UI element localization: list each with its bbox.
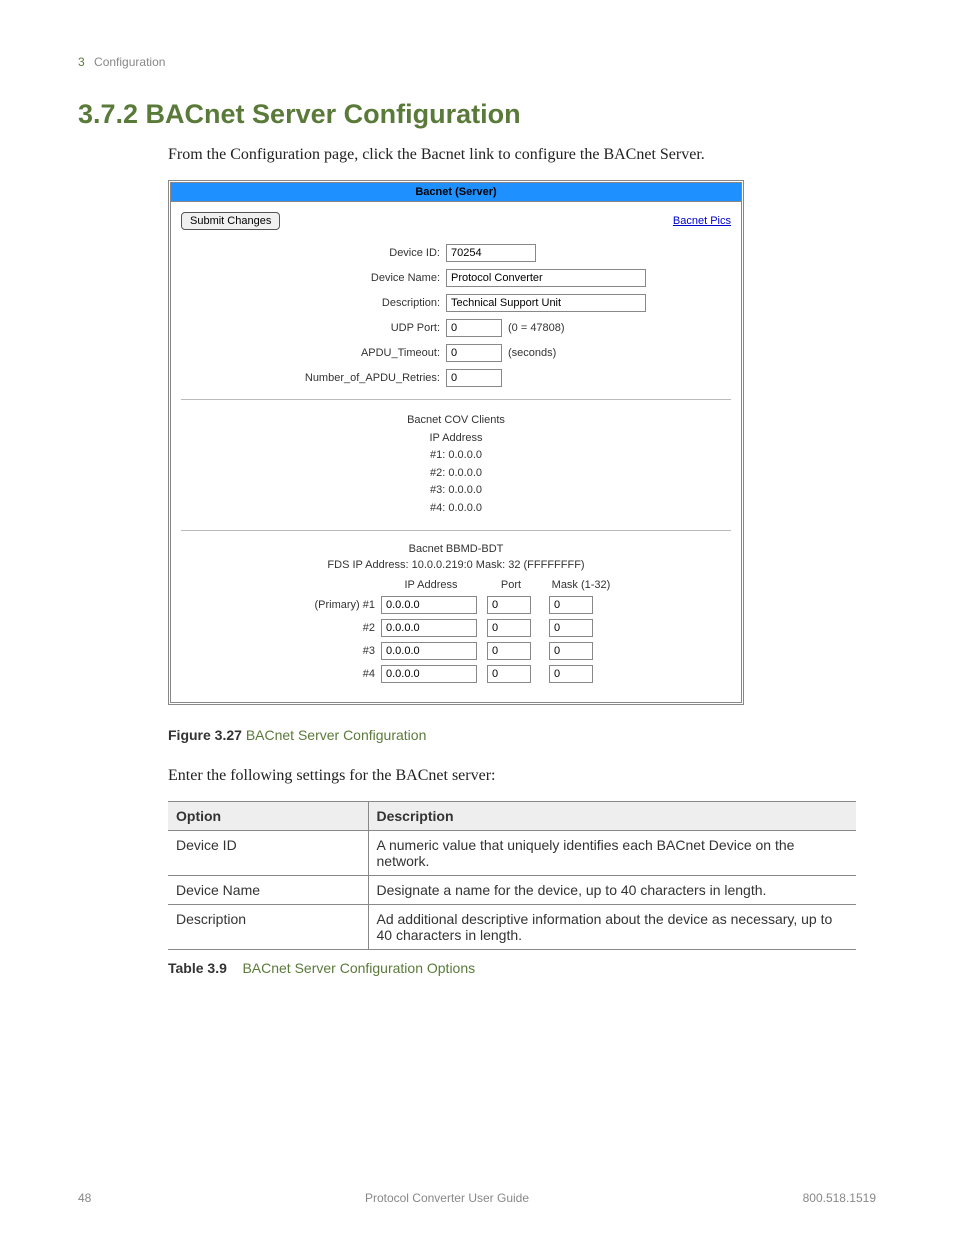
description-input[interactable] [446, 294, 646, 312]
table-number: Table 3.9 [168, 960, 227, 976]
page-footer: 48 Protocol Converter User Guide 800.518… [78, 1191, 876, 1205]
bbmd-port-input[interactable] [487, 665, 531, 683]
device-id-input[interactable] [446, 244, 536, 262]
options-header-description: Description [368, 801, 856, 830]
submit-changes-button[interactable]: Submit Changes [181, 212, 280, 230]
cov-row: #2: 0.0.0.0 [181, 465, 731, 483]
section-title: 3.7.2 BACnet Server Configuration [78, 99, 876, 130]
bbmd-fds: FDS IP Address: 10.0.0.219:0 Mask: 32 (F… [181, 559, 731, 571]
cov-block: Bacnet COV Clients IP Address #1: 0.0.0.… [181, 412, 731, 518]
bbmd-ip-input[interactable] [381, 665, 477, 683]
device-name-label: Device Name: [181, 272, 446, 284]
bbmd-mask-input[interactable] [549, 642, 593, 660]
table-text: BACnet Server Configuration Options [242, 960, 475, 976]
device-name-input[interactable] [446, 269, 646, 287]
cov-row: #1: 0.0.0.0 [181, 447, 731, 465]
udp-port-suffix: (0 = 47808) [508, 322, 565, 334]
apdu-timeout-input[interactable] [446, 344, 502, 362]
bbmd-row-label: #4 [181, 668, 381, 680]
table-caption: Table 3.9 BACnet Server Configuration Op… [168, 960, 876, 976]
option-cell: Device ID [168, 830, 368, 875]
description-cell: Ad additional descriptive information ab… [368, 904, 856, 949]
option-cell: Description [168, 904, 368, 949]
description-label: Description: [181, 297, 446, 309]
cov-row: #3: 0.0.0.0 [181, 482, 731, 500]
cov-subtitle: IP Address [181, 430, 731, 448]
bbmd-row-label: #2 [181, 622, 381, 634]
figure-number: Figure 3.27 [168, 727, 242, 743]
footer-right: 800.518.1519 [803, 1191, 876, 1205]
bacnet-pics-link[interactable]: Bacnet Pics [673, 215, 731, 227]
cov-title: Bacnet COV Clients [181, 412, 731, 430]
option-cell: Device Name [168, 875, 368, 904]
apdu-retries-input[interactable] [446, 369, 502, 387]
panel-title: Bacnet (Server) [171, 183, 741, 202]
bbmd-port-input[interactable] [487, 596, 531, 614]
bbmd-port-input[interactable] [487, 619, 531, 637]
bbmd-row-label: (Primary) #1 [181, 599, 381, 611]
udp-port-label: UDP Port: [181, 322, 446, 334]
apdu-retries-label: Number_of_APDU_Retries: [181, 372, 446, 384]
apdu-timeout-suffix: (seconds) [508, 347, 556, 359]
bbmd-row-label: #3 [181, 645, 381, 657]
device-id-label: Device ID: [181, 247, 446, 259]
footer-center: Protocol Converter User Guide [365, 1191, 529, 1205]
description-cell: A numeric value that uniquely identifies… [368, 830, 856, 875]
cov-row: #4: 0.0.0.0 [181, 500, 731, 518]
bbmd-title: Bacnet BBMD-BDT [181, 543, 731, 555]
options-header-option: Option [168, 801, 368, 830]
table-row: Device Name Designate a name for the dev… [168, 875, 856, 904]
bbmd-ip-input[interactable] [381, 619, 477, 637]
bbmd-header-mask: Mask (1-32) [541, 579, 621, 591]
settings-lead: Enter the following settings for the BAC… [168, 767, 876, 785]
running-header: 3 Configuration [78, 55, 876, 69]
bacnet-panel: Bacnet (Server) Submit Changes Bacnet Pi… [168, 180, 744, 705]
description-cell: Designate a name for the device, up to 4… [368, 875, 856, 904]
bbmd-header-ip: IP Address [381, 579, 481, 591]
bbmd-mask-input[interactable] [549, 619, 593, 637]
bbmd-port-input[interactable] [487, 642, 531, 660]
apdu-timeout-label: APDU_Timeout: [181, 347, 446, 359]
intro-text: From the Configuration page, click the B… [168, 146, 876, 164]
bbmd-header-port: Port [481, 579, 541, 591]
bbmd-ip-input[interactable] [381, 596, 477, 614]
table-row: Description Ad additional descriptive in… [168, 904, 856, 949]
table-row: Device ID A numeric value that uniquely … [168, 830, 856, 875]
bbmd-block: Bacnet BBMD-BDT FDS IP Address: 10.0.0.2… [181, 543, 731, 683]
udp-port-input[interactable] [446, 319, 502, 337]
chapter-number: 3 [78, 55, 85, 69]
figure-caption: Figure 3.27 BACnet Server Configuration [168, 727, 876, 743]
chapter-title: Configuration [94, 55, 165, 69]
page-number: 48 [78, 1191, 91, 1205]
figure-text: BACnet Server Configuration [246, 727, 427, 743]
bbmd-ip-input[interactable] [381, 642, 477, 660]
options-table: Option Description Device ID A numeric v… [168, 801, 856, 950]
bbmd-mask-input[interactable] [549, 596, 593, 614]
bbmd-mask-input[interactable] [549, 665, 593, 683]
